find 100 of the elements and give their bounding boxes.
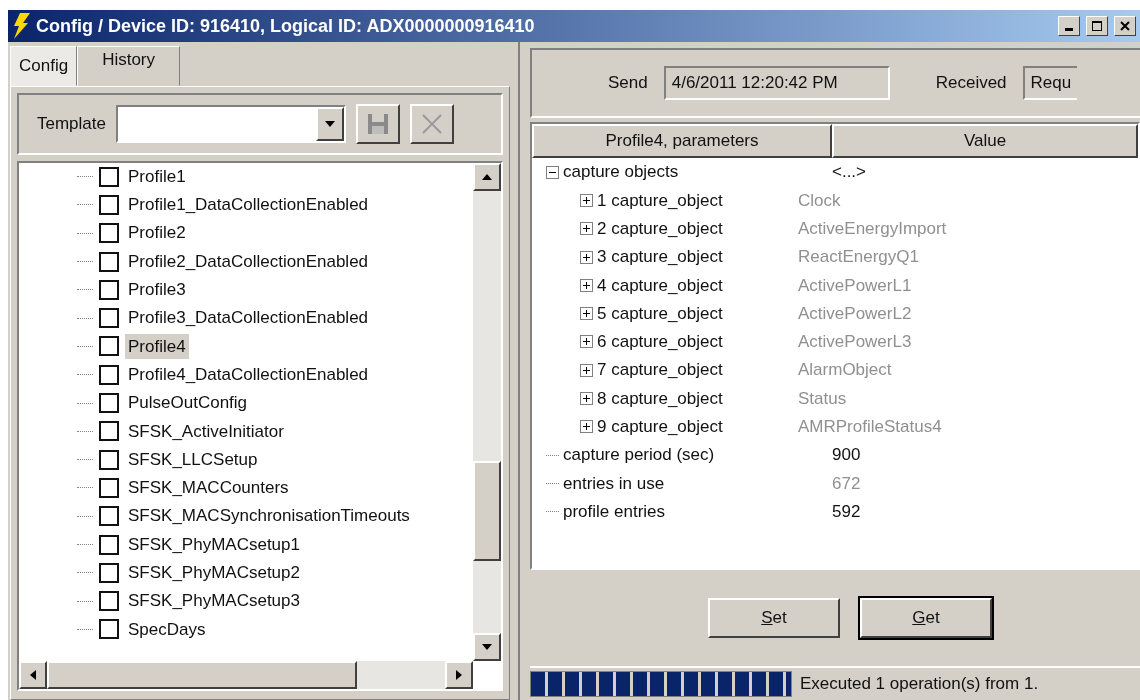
tree-item[interactable]: Profile3_DataCollectionEnabled (125, 305, 372, 331)
close-icon (1120, 21, 1130, 31)
expand-icon[interactable] (580, 420, 593, 434)
checkbox[interactable] (99, 619, 119, 640)
scroll-right-icon (456, 670, 462, 680)
parameter-value: Clock (798, 189, 841, 212)
checkbox[interactable] (99, 477, 119, 498)
parameter-name: 8 capture_object (597, 387, 723, 410)
parameter-name: 4 capture_object (597, 274, 723, 297)
tree-item[interactable]: Profile3 (125, 277, 189, 303)
checkbox[interactable] (99, 223, 119, 244)
tree-item[interactable]: SFSK_MACCounters (125, 475, 292, 501)
parameter-name: capture objects (563, 161, 679, 184)
dropdown-arrow-icon (325, 120, 335, 127)
parameter-name: profile entries (563, 500, 666, 523)
checkbox[interactable] (99, 449, 119, 470)
delete-button[interactable] (410, 103, 454, 144)
checkbox[interactable] (99, 279, 119, 300)
parameter-value: AlarmObject (798, 359, 892, 382)
checkbox[interactable] (99, 591, 119, 612)
tree-item[interactable]: Profile2 (125, 220, 189, 246)
tree-item[interactable]: Profile2_DataCollectionEnabled (125, 248, 372, 275)
parameter-name: 9 capture_object (597, 416, 723, 439)
tab[interactable]: History (77, 46, 181, 86)
checkbox[interactable] (99, 336, 119, 357)
checkbox[interactable] (99, 308, 119, 329)
checkbox[interactable] (99, 393, 119, 413)
expand-icon[interactable] (580, 278, 593, 292)
window-title: Config / Device ID: 916410, Logical ID: ADX0000000916410 (36, 14, 536, 38)
scroll-thumb[interactable] (473, 460, 501, 561)
expand-icon[interactable] (580, 335, 593, 349)
tree-item[interactable]: SFSK_PhyMACsetup2 (125, 560, 303, 586)
vertical-scrollbar[interactable] (473, 162, 501, 661)
parameter-value: AMRProfileStatus4 (798, 416, 942, 439)
parameter-name: 6 capture_object (597, 331, 723, 354)
checkbox[interactable] (99, 562, 119, 583)
checkbox[interactable] (99, 506, 119, 527)
minimize-button[interactable] (1058, 16, 1080, 36)
parameter-name: capture period (sec) (563, 444, 715, 467)
button[interactable]: Set (708, 598, 840, 638)
parameter-name: 3 capture_object (597, 246, 723, 269)
tree-item[interactable]: Profile4_DataCollectionEnabled (125, 361, 372, 388)
lightning-icon (12, 13, 30, 39)
expand-icon[interactable] (580, 307, 593, 321)
parameter-value: ActivePowerL2 (798, 302, 912, 325)
maximize-icon (1092, 21, 1102, 31)
expand-icon[interactable] (580, 250, 593, 264)
scroll-up-icon (482, 173, 492, 180)
status-text: Executed 1 operation(s) from 1. (800, 673, 1039, 696)
tree-item[interactable]: SpecDays (125, 616, 209, 643)
received-label: Received (935, 72, 1007, 95)
tree-item[interactable]: Profile1 (125, 163, 189, 190)
close-button[interactable] (1114, 16, 1136, 36)
column-header[interactable]: Profile4, parameters (532, 124, 832, 158)
tab[interactable]: Config (10, 46, 78, 86)
collapse-icon[interactable] (546, 165, 559, 179)
minimize-icon (1065, 28, 1073, 31)
tree-item[interactable]: SFSK_MACSynchronisationTimeouts (125, 503, 413, 529)
close-icon (421, 112, 443, 135)
received-field: Requ (1022, 66, 1078, 100)
tree-item[interactable]: Profile1_DataCollectionEnabled (125, 192, 372, 218)
expand-icon[interactable] (580, 222, 593, 236)
send-field: 4/6/2011 12:20:42 PM (663, 66, 890, 100)
checkbox[interactable] (99, 166, 119, 187)
expand-icon[interactable] (580, 363, 593, 377)
checkbox[interactable] (99, 364, 119, 385)
checkbox[interactable] (99, 251, 119, 272)
parameter-value: <...> (832, 161, 867, 184)
tree-item[interactable]: SFSK_ActiveInitiator (125, 418, 287, 445)
checkbox[interactable] (99, 194, 119, 215)
tree-item[interactable]: SFSK_PhyMACsetup1 (125, 531, 303, 558)
scroll-thumb[interactable] (47, 661, 357, 689)
parameter-value: ActivePowerL1 (798, 274, 912, 297)
button[interactable]: Get (860, 598, 992, 638)
parameter-name: entries in use (563, 472, 665, 495)
parameter-name: 5 capture_object (597, 302, 723, 325)
parameter-value: 900 (832, 444, 861, 467)
parameter-value: 672 (832, 472, 861, 495)
parameter-name: 7 capture_object (597, 359, 723, 382)
expand-icon[interactable] (580, 392, 593, 405)
tree-item[interactable]: SFSK_LLCSetup (125, 446, 261, 473)
expand-icon[interactable] (580, 193, 593, 207)
parameter-name: 1 capture_object (597, 189, 723, 212)
save-button[interactable] (356, 103, 400, 144)
parameter-value: ReactEnergyQ1 (798, 246, 919, 269)
parameter-name: 2 capture_object (597, 218, 723, 240)
tree-item[interactable]: SFSK_PhyMACsetup3 (125, 588, 303, 614)
maximize-button[interactable] (1086, 16, 1108, 36)
template-dropdown[interactable] (116, 104, 346, 143)
send-label: Send (608, 72, 648, 95)
tree-item[interactable]: PulseOutConfig (125, 390, 251, 416)
column-header[interactable]: Value (832, 124, 1138, 158)
checkbox[interactable] (99, 421, 119, 442)
parameter-value: 592 (832, 500, 861, 523)
scroll-left-icon (30, 670, 36, 680)
template-label: Template (37, 112, 106, 135)
parameter-value: Status (798, 387, 847, 410)
tree-item[interactable]: Profile4 (125, 333, 189, 360)
scroll-down-icon (482, 644, 492, 650)
checkbox[interactable] (99, 534, 119, 555)
